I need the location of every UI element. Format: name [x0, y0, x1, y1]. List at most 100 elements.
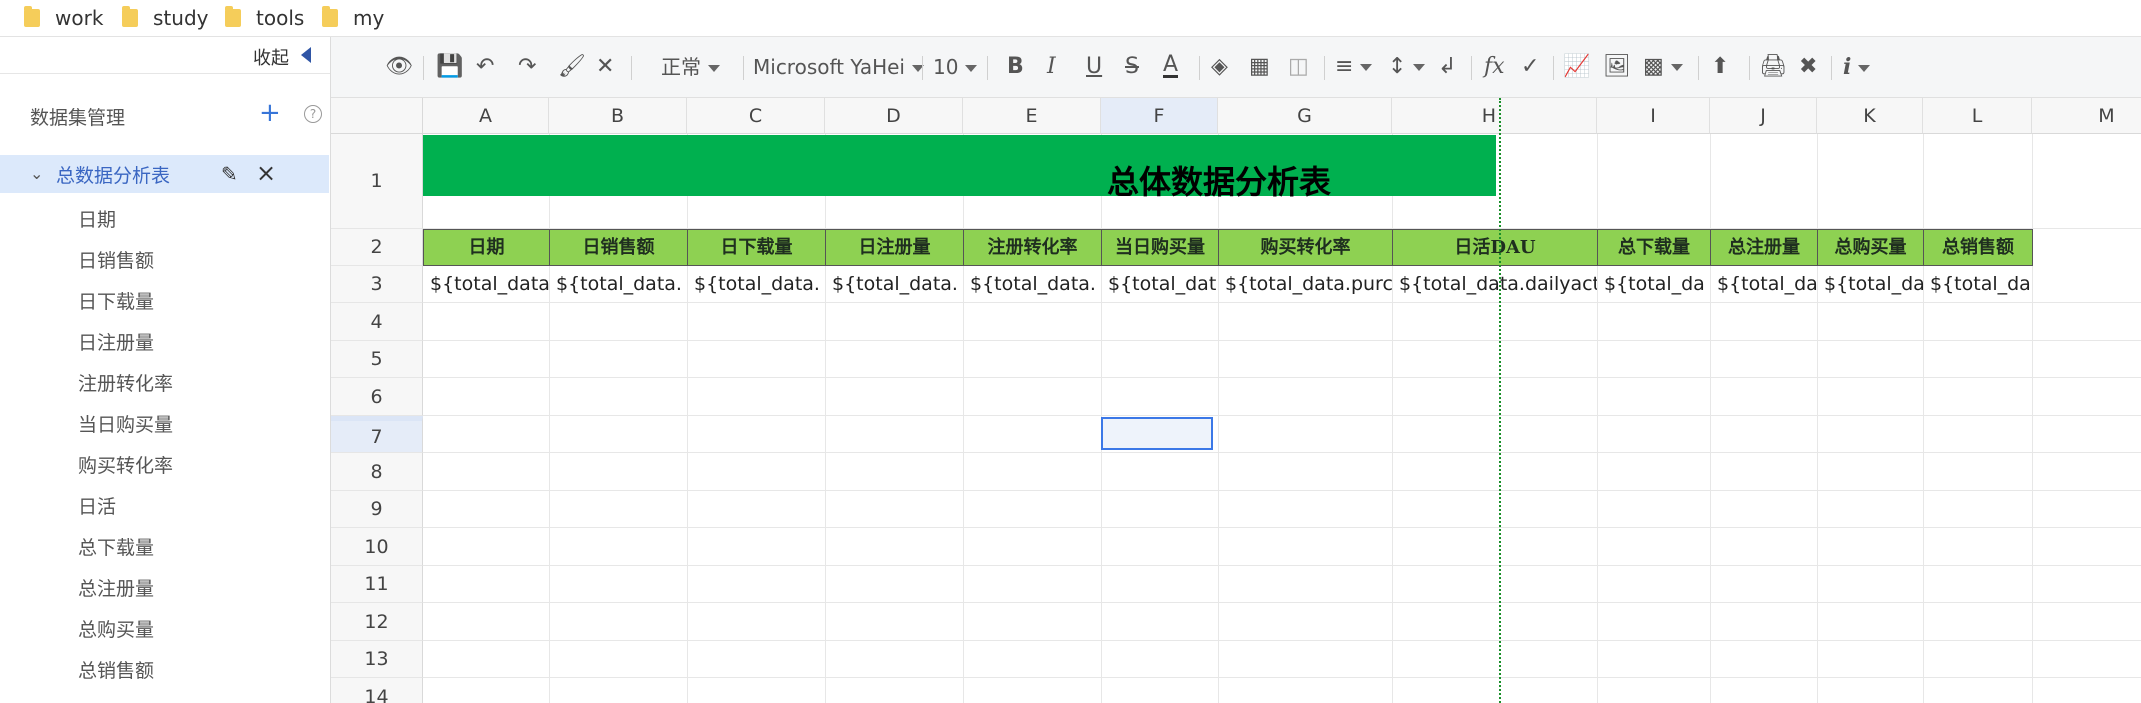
row-header[interactable]: 5 [331, 341, 423, 378]
redo-icon[interactable]: ↷ [518, 55, 536, 79]
field-item[interactable]: 注册转化率 [78, 369, 173, 396]
row-header-selected[interactable]: 7 [331, 416, 423, 453]
function-fx-icon[interactable]: fx [1484, 55, 1505, 79]
header-cell[interactable]: 注册转化率 [963, 229, 1102, 266]
row-header[interactable]: 13 [331, 641, 423, 678]
font-color-icon[interactable]: A [1163, 54, 1179, 78]
template-cell[interactable]: ${total_dat [1101, 266, 1218, 303]
underline-icon[interactable]: U [1086, 55, 1102, 79]
field-item[interactable]: 日期 [78, 205, 116, 232]
style-select[interactable]: 正常 [661, 56, 720, 78]
row-header[interactable]: 4 [331, 303, 423, 341]
font-select[interactable]: Microsoft YaHei [753, 56, 924, 78]
title-cell[interactable] [423, 135, 1496, 196]
italic-icon[interactable]: I [1047, 55, 1056, 79]
template-cell[interactable]: ${total_da [1923, 266, 2032, 303]
field-item[interactable]: 日活 [78, 492, 116, 519]
pencil-icon[interactable]: ✎ [221, 162, 238, 186]
column-header[interactable]: J [1710, 98, 1817, 134]
column-header[interactable]: E [963, 98, 1101, 134]
row-header[interactable]: 11 [331, 566, 423, 603]
column-header[interactable]: L [1923, 98, 2032, 134]
align-left-icon[interactable]: ≡ [1335, 55, 1373, 79]
chevron-down-icon[interactable]: ⌄ [30, 164, 43, 183]
header-cell[interactable]: 日期 [423, 229, 550, 266]
image-icon[interactable]: 🖼 [1603, 55, 1631, 79]
field-item[interactable]: 总销售额 [78, 656, 154, 683]
column-header[interactable]: C [687, 98, 825, 134]
template-cell[interactable]: ${total_data. [963, 266, 1101, 303]
field-item[interactable]: 总下载量 [78, 533, 154, 560]
field-item[interactable]: 购买转化率 [78, 451, 173, 478]
column-header[interactable]: I [1597, 98, 1710, 134]
merge-cells-icon[interactable]: ◫ [1288, 55, 1309, 79]
info-icon[interactable]: i [1843, 55, 1871, 79]
dataset-tree-item[interactable]: ⌄ 总数据分析表 ✎ × [0, 155, 329, 193]
qr-barcode-icon[interactable]: ▩ [1643, 55, 1683, 79]
header-cell[interactable]: 总下载量 [1597, 229, 1711, 266]
field-item[interactable]: 日下载量 [78, 287, 154, 314]
row-header[interactable]: 2 [331, 229, 423, 266]
select-all-corner[interactable] [331, 98, 423, 134]
column-header[interactable]: H [1392, 98, 1597, 134]
template-cell[interactable]: ${total_da [1710, 266, 1817, 303]
close-icon[interactable]: × [256, 159, 276, 187]
template-cell[interactable]: ${total_da [1817, 266, 1923, 303]
strikethrough-icon[interactable]: S [1125, 55, 1139, 79]
field-item[interactable]: 当日购买量 [78, 410, 173, 437]
field-item[interactable]: 总购买量 [78, 615, 154, 642]
template-cell[interactable]: ${total_data.purc [1218, 266, 1392, 303]
field-item[interactable]: 日注册量 [78, 328, 154, 355]
row-header[interactable]: 14 [331, 678, 423, 703]
bookmark-study[interactable]: study [122, 0, 208, 36]
format-painter-icon[interactable]: 🖌 [558, 55, 586, 79]
header-cell[interactable]: 总注册量 [1710, 229, 1818, 266]
undo-icon[interactable]: ↶ [476, 55, 494, 79]
collapse-button[interactable]: 收起 [253, 44, 289, 70]
row-header[interactable]: 9 [331, 491, 423, 528]
row-header[interactable]: 10 [331, 528, 423, 566]
settings-tools-icon[interactable]: ✖ [1799, 55, 1817, 79]
column-header[interactable]: G [1218, 98, 1392, 134]
template-cell[interactable]: ${total_data. [687, 266, 825, 303]
header-cell[interactable]: 当日购买量 [1101, 229, 1219, 266]
bookmark-my[interactable]: my [322, 0, 384, 36]
template-cell[interactable]: ${total_da [1597, 266, 1710, 303]
column-header-selected[interactable]: F [1101, 98, 1218, 134]
template-cell[interactable]: ${total_data [423, 266, 549, 303]
field-item[interactable]: 日销售额 [78, 246, 154, 273]
collapse-left-icon[interactable] [301, 47, 311, 63]
upload-icon[interactable]: ⬆ [1711, 55, 1729, 79]
row-header[interactable]: 6 [331, 378, 423, 416]
spreadsheet-grid[interactable]: A B C D E F G H I J K L M 1 2 3 4 5 6 7 … [331, 98, 2141, 703]
row-header[interactable]: 8 [331, 453, 423, 491]
template-cell[interactable]: ${total_data. [825, 266, 963, 303]
header-cell[interactable]: 日活DAU [1392, 229, 1598, 266]
formula-bar-icon[interactable]: ✓ [1521, 55, 1539, 79]
field-item[interactable]: 总注册量 [78, 574, 154, 601]
column-header[interactable]: A [423, 98, 549, 134]
chart-icon[interactable]: 📈 [1563, 55, 1590, 79]
bookmark-tools[interactable]: tools [225, 0, 304, 36]
clear-format-icon[interactable]: ✕ [596, 55, 614, 79]
bold-icon[interactable]: B [1007, 55, 1024, 79]
header-cell[interactable]: 日销售额 [549, 229, 688, 266]
vertical-align-icon[interactable]: ↕ [1388, 55, 1426, 79]
font-size-select[interactable]: 10 [933, 56, 978, 78]
active-cell-selection[interactable] [1101, 417, 1213, 450]
header-cell[interactable]: 日注册量 [825, 229, 964, 266]
column-header[interactable]: M [2032, 98, 2141, 134]
row-header[interactable]: 3 [331, 266, 423, 303]
header-cell[interactable]: 总销售额 [1923, 229, 2033, 266]
help-icon[interactable]: ? [304, 105, 322, 123]
add-dataset-icon[interactable]: + [259, 98, 281, 128]
print-icon[interactable]: 🖨 [1759, 55, 1787, 79]
row-header[interactable]: 12 [331, 603, 423, 641]
column-header[interactable]: K [1817, 98, 1923, 134]
column-header[interactable]: D [825, 98, 963, 134]
bookmark-work[interactable]: work [24, 0, 103, 36]
template-cell[interactable]: ${total_data. [549, 266, 687, 303]
row-header[interactable]: 1 [331, 134, 423, 229]
preview-eye-icon[interactable]: 👁 [385, 55, 413, 79]
template-cell[interactable]: ${total_data.dailyacti [1392, 266, 1597, 303]
